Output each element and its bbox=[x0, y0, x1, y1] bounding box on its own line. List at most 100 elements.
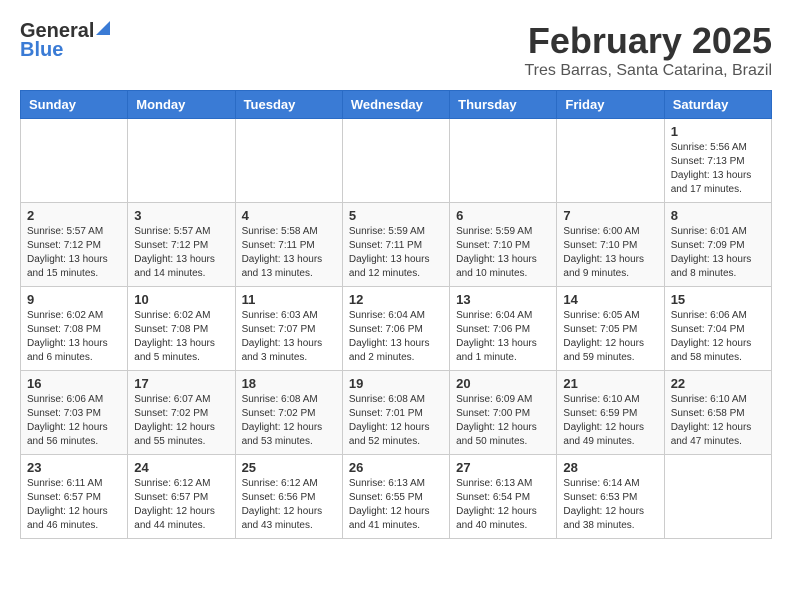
day-number: 27 bbox=[456, 460, 550, 475]
day-info: Sunrise: 5:57 AM Sunset: 7:12 PM Dayligh… bbox=[134, 225, 228, 281]
calendar-cell: 16 Sunrise: 6:06 AM Sunset: 7:03 PM Dayli… bbox=[21, 371, 128, 455]
calendar-cell: 4 Sunrise: 5:58 AM Sunset: 7:11 PM Daylig… bbox=[235, 203, 342, 287]
day-number: 5 bbox=[349, 208, 443, 223]
col-header-tuesday: Tuesday bbox=[235, 91, 342, 119]
calendar-cell: 20Sunrise: 6:09 AM Sunset: 7:00 PM Dayli… bbox=[450, 371, 557, 455]
calendar-cell bbox=[664, 455, 771, 539]
calendar-cell bbox=[235, 119, 342, 203]
calendar-cell: 12 Sunrise: 6:04 AM Sunset: 7:06 PM Dayli… bbox=[342, 287, 449, 371]
calendar-cell bbox=[21, 119, 128, 203]
calendar-cell: 21 Sunrise: 6:10 AM Sunset: 6:59 PM Dayli… bbox=[557, 371, 664, 455]
calendar-cell: 19 Sunrise: 6:08 AM Sunset: 7:01 PM Dayli… bbox=[342, 371, 449, 455]
logo-arrow-icon bbox=[96, 21, 110, 40]
calendar-cell bbox=[450, 119, 557, 203]
day-info: Sunrise: 5:59 AM Sunset: 7:11 PM Dayligh… bbox=[349, 225, 443, 281]
calendar-cell: 24 Sunrise: 6:12 AM Sunset: 6:57 PM Dayli… bbox=[128, 455, 235, 539]
calendar-cell bbox=[128, 119, 235, 203]
logo-blue-text: Blue bbox=[20, 39, 63, 62]
day-info: Sunrise: 6:02 AM Sunset: 7:08 PM Dayligh… bbox=[27, 309, 121, 365]
day-number: 4 bbox=[242, 208, 336, 223]
calendar-cell: 8 Sunrise: 6:01 AM Sunset: 7:09 PM Daylig… bbox=[664, 203, 771, 287]
day-info: Sunrise: 6:06 AM Sunset: 7:03 PM Dayligh… bbox=[27, 393, 121, 449]
week-row-1: 1 Sunrise: 5:56 AM Sunset: 7:13 PM Daylig… bbox=[21, 119, 772, 203]
day-number: 2 bbox=[27, 208, 121, 223]
day-number: 7 bbox=[563, 208, 657, 223]
calendar-cell: 6 Sunrise: 5:59 AM Sunset: 7:10 PM Daylig… bbox=[450, 203, 557, 287]
calendar-cell bbox=[342, 119, 449, 203]
calendar-cell bbox=[557, 119, 664, 203]
day-number: 18 bbox=[242, 376, 336, 391]
day-number: 24 bbox=[134, 460, 228, 475]
day-info: Sunrise: 6:01 AM Sunset: 7:09 PM Dayligh… bbox=[671, 225, 765, 281]
title-area: February 2025 Tres Barras, Santa Catarin… bbox=[525, 20, 773, 80]
day-info: Sunrise: 6:10 AM Sunset: 6:59 PM Dayligh… bbox=[563, 393, 657, 449]
calendar-cell: 1 Sunrise: 5:56 AM Sunset: 7:13 PM Daylig… bbox=[664, 119, 771, 203]
day-number: 25 bbox=[242, 460, 336, 475]
calendar-cell: 27 Sunrise: 6:13 AM Sunset: 6:54 PM Dayli… bbox=[450, 455, 557, 539]
calendar-cell: 23Sunrise: 6:11 AM Sunset: 6:57 PM Dayli… bbox=[21, 455, 128, 539]
day-info: Sunrise: 6:14 AM Sunset: 6:53 PM Dayligh… bbox=[563, 477, 657, 533]
calendar-cell: 28 Sunrise: 6:14 AM Sunset: 6:53 PM Dayli… bbox=[557, 455, 664, 539]
day-info: Sunrise: 5:57 AM Sunset: 7:12 PM Dayligh… bbox=[27, 225, 121, 281]
day-info: Sunrise: 6:04 AM Sunset: 7:06 PM Dayligh… bbox=[456, 309, 550, 365]
day-number: 3 bbox=[134, 208, 228, 223]
calendar-cell: 3 Sunrise: 5:57 AM Sunset: 7:12 PM Daylig… bbox=[128, 203, 235, 287]
day-info: Sunrise: 6:13 AM Sunset: 6:55 PM Dayligh… bbox=[349, 477, 443, 533]
col-header-friday: Friday bbox=[557, 91, 664, 119]
day-number: 16 bbox=[27, 376, 121, 391]
calendar-cell: 14 Sunrise: 6:05 AM Sunset: 7:05 PM Dayli… bbox=[557, 287, 664, 371]
day-info: Sunrise: 6:13 AM Sunset: 6:54 PM Dayligh… bbox=[456, 477, 550, 533]
week-row-4: 16 Sunrise: 6:06 AM Sunset: 7:03 PM Dayli… bbox=[21, 371, 772, 455]
day-info: Sunrise: 6:04 AM Sunset: 7:06 PM Dayligh… bbox=[349, 309, 443, 365]
day-number: 17 bbox=[134, 376, 228, 391]
day-info: Sunrise: 6:12 AM Sunset: 6:57 PM Dayligh… bbox=[134, 477, 228, 533]
col-header-thursday: Thursday bbox=[450, 91, 557, 119]
calendar-table: SundayMondayTuesdayWednesdayThursdayFrid… bbox=[20, 90, 772, 539]
calendar-cell: 22Sunrise: 6:10 AM Sunset: 6:58 PM Dayli… bbox=[664, 371, 771, 455]
day-number: 26 bbox=[349, 460, 443, 475]
day-number: 9 bbox=[27, 292, 121, 307]
calendar-cell: 15Sunrise: 6:06 AM Sunset: 7:04 PM Dayli… bbox=[664, 287, 771, 371]
logo: General Blue bbox=[20, 20, 110, 62]
day-number: 20 bbox=[456, 376, 550, 391]
day-number: 6 bbox=[456, 208, 550, 223]
day-info: Sunrise: 6:02 AM Sunset: 7:08 PM Dayligh… bbox=[134, 309, 228, 365]
col-header-saturday: Saturday bbox=[664, 91, 771, 119]
day-number: 14 bbox=[563, 292, 657, 307]
calendar-cell: 2 Sunrise: 5:57 AM Sunset: 7:12 PM Daylig… bbox=[21, 203, 128, 287]
location-subtitle: Tres Barras, Santa Catarina, Brazil bbox=[525, 62, 773, 80]
day-number: 19 bbox=[349, 376, 443, 391]
calendar-cell: 18Sunrise: 6:08 AM Sunset: 7:02 PM Dayli… bbox=[235, 371, 342, 455]
day-number: 10 bbox=[134, 292, 228, 307]
calendar-cell: 11 Sunrise: 6:03 AM Sunset: 7:07 PM Dayli… bbox=[235, 287, 342, 371]
week-row-2: 2 Sunrise: 5:57 AM Sunset: 7:12 PM Daylig… bbox=[21, 203, 772, 287]
day-number: 11 bbox=[242, 292, 336, 307]
calendar-cell: 5 Sunrise: 5:59 AM Sunset: 7:11 PM Daylig… bbox=[342, 203, 449, 287]
day-info: Sunrise: 6:10 AM Sunset: 6:58 PM Dayligh… bbox=[671, 393, 765, 449]
col-header-wednesday: Wednesday bbox=[342, 91, 449, 119]
calendar-cell: 10 Sunrise: 6:02 AM Sunset: 7:08 PM Dayli… bbox=[128, 287, 235, 371]
calendar-cell: 7 Sunrise: 6:00 AM Sunset: 7:10 PM Daylig… bbox=[557, 203, 664, 287]
day-info: Sunrise: 6:00 AM Sunset: 7:10 PM Dayligh… bbox=[563, 225, 657, 281]
day-number: 8 bbox=[671, 208, 765, 223]
day-info: Sunrise: 6:12 AM Sunset: 6:56 PM Dayligh… bbox=[242, 477, 336, 533]
day-info: Sunrise: 6:08 AM Sunset: 7:01 PM Dayligh… bbox=[349, 393, 443, 449]
day-info: Sunrise: 5:56 AM Sunset: 7:13 PM Dayligh… bbox=[671, 141, 765, 197]
day-info: Sunrise: 6:07 AM Sunset: 7:02 PM Dayligh… bbox=[134, 393, 228, 449]
day-info: Sunrise: 5:59 AM Sunset: 7:10 PM Dayligh… bbox=[456, 225, 550, 281]
day-number: 15 bbox=[671, 292, 765, 307]
day-number: 13 bbox=[456, 292, 550, 307]
day-info: Sunrise: 6:11 AM Sunset: 6:57 PM Dayligh… bbox=[27, 477, 121, 533]
day-number: 28 bbox=[563, 460, 657, 475]
calendar-cell: 26 Sunrise: 6:13 AM Sunset: 6:55 PM Dayli… bbox=[342, 455, 449, 539]
day-info: Sunrise: 6:03 AM Sunset: 7:07 PM Dayligh… bbox=[242, 309, 336, 365]
day-number: 1 bbox=[671, 124, 765, 139]
day-info: Sunrise: 5:58 AM Sunset: 7:11 PM Dayligh… bbox=[242, 225, 336, 281]
day-number: 21 bbox=[563, 376, 657, 391]
day-number: 12 bbox=[349, 292, 443, 307]
day-info: Sunrise: 6:05 AM Sunset: 7:05 PM Dayligh… bbox=[563, 309, 657, 365]
week-row-3: 9 Sunrise: 6:02 AM Sunset: 7:08 PM Daylig… bbox=[21, 287, 772, 371]
page-header: General Blue February 2025 Tres Barras, … bbox=[20, 20, 772, 80]
calendar-header-row: SundayMondayTuesdayWednesdayThursdayFrid… bbox=[21, 91, 772, 119]
col-header-sunday: Sunday bbox=[21, 91, 128, 119]
